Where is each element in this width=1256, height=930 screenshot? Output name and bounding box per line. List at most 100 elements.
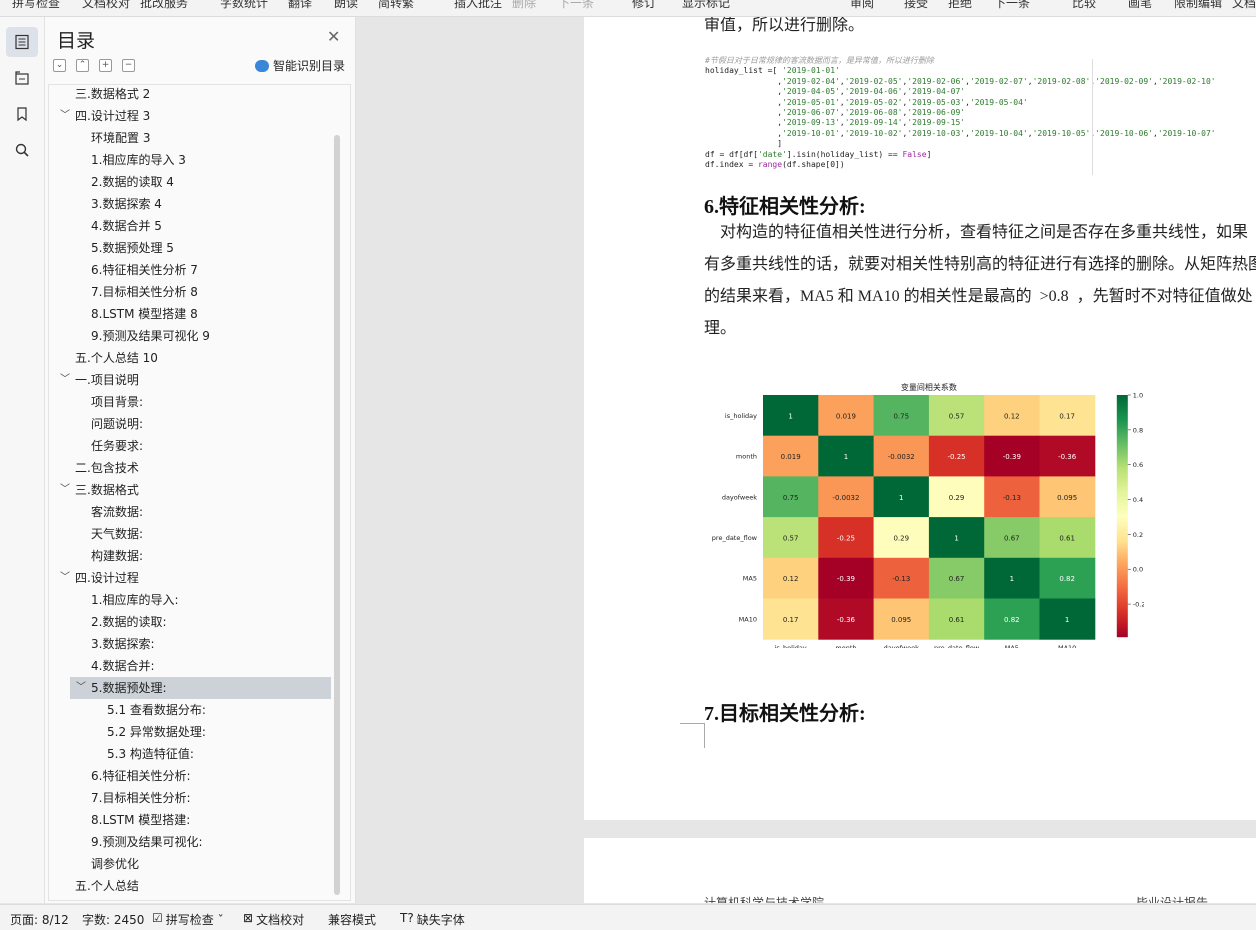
doc-proof-button[interactable]: ⊠ 文档校对	[243, 911, 304, 928]
outline-item[interactable]: 4.数据合并 5	[49, 215, 339, 237]
toolbar-item[interactable]: 删除 ˇ	[512, 0, 546, 11]
chevron-down-icon[interactable]: ﹀	[60, 369, 70, 391]
outline-item[interactable]: 9.预测及结果可视化:	[49, 831, 339, 853]
toolbar-item[interactable]: 接受 ˇ	[904, 0, 938, 11]
outline-item[interactable]: 5.数据预处理 5	[49, 237, 339, 259]
chevron-down-icon[interactable]: ﹀	[60, 105, 70, 127]
outline-item[interactable]: 二.包含技术	[49, 457, 339, 479]
toolbar-item[interactable]: 下一条	[994, 0, 1030, 11]
outline-item[interactable]: 项目背景:	[49, 391, 339, 413]
outline-item[interactable]: 天气数据:	[49, 523, 339, 545]
outline-item[interactable]: ﹀ 三.数据格式	[49, 479, 339, 501]
outline-item[interactable]: 2.数据的读取:	[49, 611, 339, 633]
outline-item[interactable]: ﹀ 四.设计过程	[49, 567, 339, 589]
search-icon[interactable]	[6, 135, 38, 165]
review-toolbar: 拼写检查 ˇ 文档校对 批改服务 ˇ 字数统计 翻译 ˇ 朗读 简转繁 插入批注 删除 ˇ 下一条…	[0, 0, 1256, 17]
chapter-nav-icon[interactable]	[6, 63, 38, 93]
toolbar-item[interactable]: 画笔	[1128, 0, 1152, 11]
outline-item-label: 3.数据探索 4	[91, 197, 162, 211]
toolbar-item[interactable]: 下一条	[558, 0, 594, 11]
toolbar-item[interactable]: 批改服务 ˇ	[140, 0, 198, 11]
word-count[interactable]: 字数: 2450	[82, 911, 144, 928]
outline-item[interactable]: 客流数据:	[49, 501, 339, 523]
outline-item[interactable]: 7.目标相关性分析 8	[49, 281, 339, 303]
outline-item-label: 调参优化	[91, 857, 140, 871]
code-token: ,	[705, 128, 783, 138]
outline-item[interactable]: 8.LSTM 模型搭建:	[49, 809, 339, 831]
outline-item[interactable]: 调参优化	[49, 853, 339, 875]
chevron-down-icon[interactable]: ﹀	[76, 677, 86, 699]
page-indicator[interactable]: 页面: 8/12	[10, 911, 69, 928]
remove-heading-icon[interactable]: −	[122, 59, 135, 72]
collapse-all-icon[interactable]: ⌃	[76, 59, 89, 72]
outline-item[interactable]: 环境配置 3	[49, 127, 339, 149]
toolbar-item[interactable]: 文档校对	[82, 0, 130, 11]
toolbar-item[interactable]: 插入批注	[454, 0, 502, 11]
code-line: ]	[705, 139, 1225, 149]
toolbar-item[interactable]: 限制编辑	[1174, 0, 1222, 11]
toolbar-item[interactable]: 文档	[1232, 0, 1256, 11]
code-line: holiday_list =[ '2019-01-01'	[705, 66, 1225, 76]
outline-item[interactable]: 5.1 查看数据分布:	[49, 699, 339, 721]
toolbar-item[interactable]: 翻译 ˇ	[288, 0, 322, 11]
text-cursor-marker	[680, 723, 705, 748]
scrollbar-thumb[interactable]	[334, 135, 340, 895]
cell-value-label: 0.82	[1059, 575, 1075, 583]
missing-font-button[interactable]: T? 缺失字体	[400, 911, 465, 928]
toolbar-item[interactable]: 拼写检查 ˇ	[12, 0, 70, 11]
outline-item[interactable]: 1.相应库的导入 3	[49, 149, 339, 171]
outline-item[interactable]: ﹀ 5.数据预处理:	[70, 677, 331, 699]
smart-recognize-button[interactable]: 智能识别目录	[255, 57, 345, 74]
outline-item[interactable]: 8.LSTM 模型搭建 8	[49, 303, 339, 325]
code-token: '2019-09-14'	[844, 118, 903, 128]
compat-mode[interactable]: 兼容模式	[328, 911, 376, 928]
outline-item-label: 2.数据的读取:	[91, 615, 167, 629]
chevron-down-icon[interactable]: ﹀	[60, 479, 70, 501]
analysis-paragraph: 对构造的特征值相关性进行分析，查看特征之间是否存在多重共线性，如果 有多重共线性的…	[704, 217, 1256, 345]
bookmark-icon[interactable]	[6, 99, 38, 129]
outline-item[interactable]: 五.个人总结 10	[49, 347, 339, 369]
code-token: '2019-09-15'	[907, 118, 966, 128]
toolbar-item[interactable]: 拒绝 ˇ	[948, 0, 982, 11]
outline-item[interactable]: 7.目标相关性分析:	[49, 787, 339, 809]
spell-check-button[interactable]: ☑ 拼写检查 ˇ	[152, 911, 224, 928]
toolbar-item[interactable]: 审阅 ˇ	[850, 0, 884, 11]
outline-item[interactable]: 5.3 构造特征值:	[49, 743, 339, 765]
page-header-left: 计算机科学与技术学院	[704, 896, 825, 903]
expand-all-icon[interactable]: ⌄	[53, 59, 66, 72]
outline-item[interactable]: ﹀ 四.设计过程 3	[49, 105, 339, 127]
outline-item-label: 5.数据预处理 5	[91, 241, 174, 255]
outline-item[interactable]: 3.数据探索 4	[49, 193, 339, 215]
toolbar-item[interactable]: 修订 ˇ	[632, 0, 666, 11]
outline-item[interactable]: 1.相应库的导入:	[49, 589, 339, 611]
toolbar-item[interactable]: 朗读	[334, 0, 358, 11]
outline-item[interactable]: 构建数据:	[49, 545, 339, 567]
outline-item[interactable]: 五.个人总结	[49, 875, 339, 897]
outline-item[interactable]: 5.2 异常数据处理:	[49, 721, 339, 743]
outline-icon[interactable]	[6, 27, 38, 57]
outline-item[interactable]: 6.特征相关性分析 7	[49, 259, 339, 281]
toolbar-item[interactable]: 简转繁	[378, 0, 414, 11]
close-icon[interactable]: ✕	[327, 29, 340, 45]
outline-item-label: 4.数据合并:	[91, 659, 155, 673]
outline-item[interactable]: 任务要求:	[49, 435, 339, 457]
outline-item[interactable]: 9.预测及结果可视化 9	[49, 325, 339, 347]
outline-item[interactable]: 三.数据格式 2	[49, 85, 339, 105]
document-page: 审值，所以进行删除。 #节假日对于日常规律的客流数据而言，是异常值，所以进行删除…	[584, 17, 1256, 820]
outline-item[interactable]: 3.数据探索:	[49, 633, 339, 655]
code-token: '2019-01-01'	[782, 66, 840, 76]
outline-item-label: 五.个人总结 10	[75, 351, 158, 365]
toolbar-item[interactable]: 字数统计	[220, 0, 268, 11]
outline-item[interactable]: 6.特征相关性分析:	[49, 765, 339, 787]
chevron-down-icon[interactable]: ﹀	[60, 567, 70, 589]
cell-value-label: -0.25	[947, 453, 965, 461]
outline-item[interactable]: ﹀ 一.项目说明	[49, 369, 339, 391]
outline-item[interactable]: 2.数据的读取 4	[49, 171, 339, 193]
toolbar-item[interactable]: 比较 ˇ	[1072, 0, 1106, 11]
outline-item[interactable]: 问题说明:	[49, 413, 339, 435]
outline-item[interactable]: 4.数据合并:	[49, 655, 339, 677]
x-tick-label: MA10	[1058, 644, 1076, 648]
outline-item-label: 三.数据格式 2	[75, 87, 151, 101]
add-heading-icon[interactable]: +	[99, 59, 112, 72]
toolbar-item[interactable]: 显示标记 ˇ	[682, 0, 740, 11]
